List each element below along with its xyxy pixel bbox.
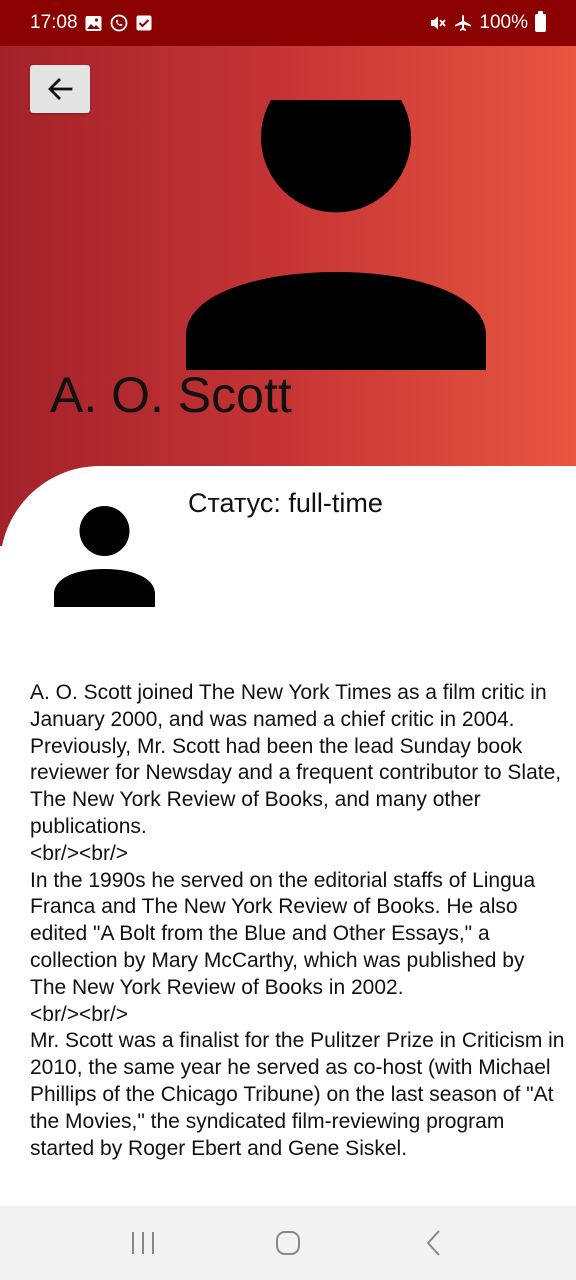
avatar-icon (54, 506, 155, 607)
home-icon (275, 1231, 300, 1255)
bio-paragraph: Mr. Scott was a finalist for the Pulitze… (30, 1029, 565, 1160)
home-button[interactable] (258, 1213, 318, 1273)
hero-avatar-icon (186, 100, 486, 370)
bio-break-text: <br/><br/> (30, 841, 129, 865)
back-icon (426, 1230, 441, 1256)
battery-percent: 100% (479, 12, 528, 33)
checkbox-icon (135, 14, 153, 32)
whatsapp-icon (110, 14, 128, 32)
status-bar: 17:08 100% (0, 0, 576, 46)
back-button[interactable] (30, 65, 90, 113)
employment-status: Статус: full-time (188, 488, 383, 518)
author-name: A. O. Scott (50, 367, 292, 423)
status-left: 17:08 (30, 12, 153, 34)
gallery-icon (85, 14, 103, 32)
status-time: 17:08 (30, 12, 78, 33)
recents-icon (131, 1232, 154, 1254)
bio-paragraph: In the 1990s he served on the editorial … (30, 868, 536, 999)
mute-icon (429, 14, 447, 32)
author-bio: A. O. Scott joined The New York Times as… (30, 680, 566, 1162)
recents-button[interactable] (113, 1213, 173, 1273)
bio-paragraph: A. O. Scott joined The New York Times as… (30, 681, 562, 838)
arrow-left-icon (48, 78, 73, 100)
profile-card: Статус: full-time A. O. Scott joined The… (0, 466, 576, 1206)
airplane-icon (454, 14, 472, 32)
battery-icon (535, 11, 546, 32)
bio-break-text: <br/><br/> (30, 1002, 129, 1026)
nav-back-button[interactable] (403, 1213, 463, 1273)
system-nav-bar (0, 1206, 576, 1280)
status-right: 100% (429, 11, 546, 34)
